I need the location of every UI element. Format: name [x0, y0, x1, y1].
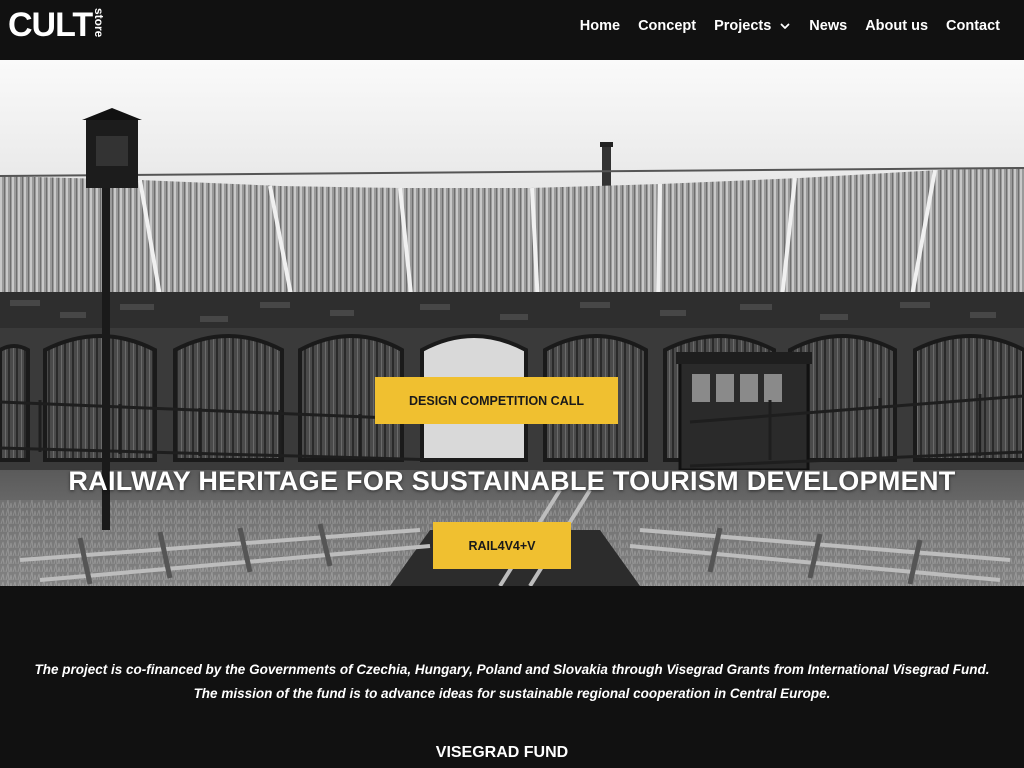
- site-logo[interactable]: CULT store: [8, 6, 107, 46]
- funding-line-2: The mission of the fund is to advance id…: [193, 686, 831, 701]
- hero-section: DESIGN COMPETITION CALL RAILWAY HERITAGE…: [0, 60, 1024, 586]
- hero-title: RAILWAY HERITAGE FOR SUSTAINABLE TOURISM…: [68, 466, 956, 496]
- hero-background-image: [0, 60, 1024, 586]
- nav-item-label: Home: [579, 18, 621, 34]
- funding-description: The project is co-financed by the Govern…: [0, 658, 1024, 706]
- nav-item-label: Projects: [714, 18, 772, 34]
- nav-item-label: Concept: [638, 18, 697, 34]
- nav-item-label: Contact: [946, 18, 1000, 34]
- nav-item-label: News: [809, 18, 848, 34]
- nav-item-label: About us: [865, 18, 929, 34]
- nav-item-concept[interactable]: Concept: [638, 18, 696, 34]
- nav-item-contact[interactable]: Contact: [946, 18, 1000, 34]
- design-competition-call-button[interactable]: DESIGN COMPETITION CALL: [375, 377, 618, 424]
- logo-main-text: CULT: [8, 6, 93, 44]
- nav-item-projects[interactable]: Projects: [714, 18, 791, 34]
- nav-item-home[interactable]: Home: [580, 18, 620, 34]
- main-nav: Home Concept Projects News About us Cont…: [562, 0, 1000, 52]
- rail4v4-project-button[interactable]: RAIL4V4+V: [433, 522, 571, 569]
- logo-side-text: store: [92, 8, 107, 38]
- funding-info-section: The project is co-financed by the Govern…: [0, 586, 1024, 768]
- nav-item-news[interactable]: News: [809, 18, 847, 34]
- visegrad-fund-heading: VISEGRAD FUND: [435, 744, 569, 761]
- site-header: CULT store Home Concept Projects News Ab…: [0, 0, 1024, 60]
- chevron-down-icon[interactable]: [779, 20, 791, 32]
- funding-line-1: The project is co-financed by the Govern…: [34, 662, 990, 677]
- nav-item-about-us[interactable]: About us: [865, 18, 928, 34]
